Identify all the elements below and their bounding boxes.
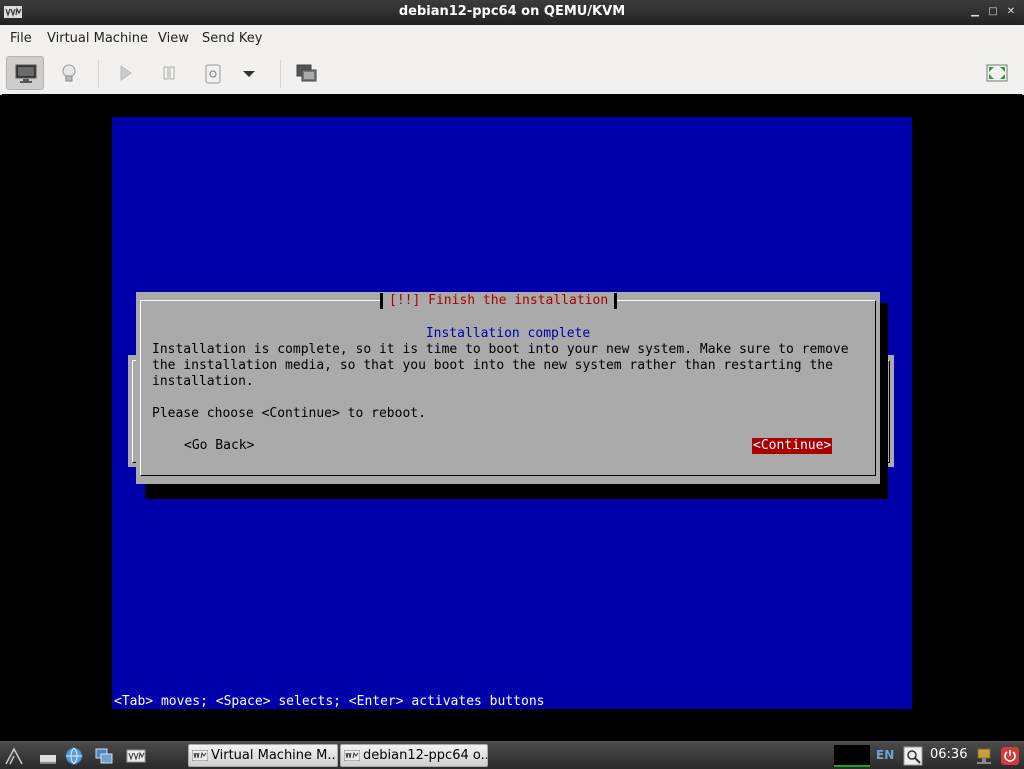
window-switcher-icon[interactable] — [94, 746, 114, 766]
window-title: debian12-ppc64 on QEMU/KVM — [398, 4, 626, 19]
finish-installation-dialog: [!!] Finish the installation Installatio… — [136, 292, 880, 484]
network-status-icon[interactable] — [974, 746, 994, 766]
console-button[interactable] — [6, 56, 44, 90]
close-icon[interactable]: ✕ — [1006, 6, 1016, 18]
details-lightbulb-icon — [62, 64, 76, 82]
go-back-button[interactable]: <Go Back> — [184, 438, 254, 454]
menu-virtual-machine[interactable]: Virtual Machine — [47, 31, 148, 46]
menu-bar: File Virtual Machine View Send Key — [0, 25, 1024, 53]
shutdown-menu-button[interactable] — [234, 56, 264, 90]
cpu-monitor-widget — [834, 745, 870, 767]
keyboard-layout-indicator[interactable]: EN — [876, 748, 894, 762]
toolbar-separator — [280, 60, 281, 88]
snapshots-icon — [296, 64, 317, 82]
menu-view[interactable]: View — [158, 31, 189, 46]
clock: 06:36 — [930, 747, 968, 762]
fullscreen-button[interactable] — [978, 56, 1016, 90]
dialog-subtitle: Installation complete — [425, 326, 591, 341]
dialog-body-text: Installation is complete, so it is time … — [152, 342, 849, 389]
search-icon[interactable] — [903, 746, 923, 766]
toolbar — [0, 52, 1024, 95]
run-icon — [120, 65, 132, 81]
virt-manager-launcher-icon[interactable] — [126, 746, 146, 766]
virt-manager-task-icon — [344, 750, 360, 761]
taskbar: Virtual Machine M... debian12-ppc64 o...… — [0, 741, 1024, 769]
pause-icon — [163, 66, 175, 80]
fullscreen-icon — [986, 64, 1008, 82]
dialog-prompt: Please choose <Continue> to reboot. — [152, 406, 426, 421]
power-off-icon[interactable] — [1000, 746, 1020, 766]
start-menu-icon[interactable] — [4, 746, 24, 766]
task-label: Virtual Machine M... — [211, 748, 338, 763]
show-desktop-icon[interactable] — [38, 746, 58, 766]
window-titlebar: debian12-ppc64 on QEMU/KVM ▁ □ ✕ — [0, 0, 1024, 25]
virt-manager-task-icon — [192, 750, 208, 761]
task-label: debian12-ppc64 o... — [363, 748, 488, 763]
installer-help-line: <Tab> moves; <Space> selects; <Enter> ac… — [114, 694, 545, 709]
menu-file[interactable]: File — [10, 31, 32, 46]
minimize-icon[interactable]: ▁ — [970, 6, 980, 18]
details-button[interactable] — [50, 56, 88, 90]
task-debian-vm-window[interactable]: debian12-ppc64 o... — [340, 744, 488, 767]
task-virtual-machine-manager[interactable]: Virtual Machine M... — [188, 744, 338, 767]
menu-send-key[interactable]: Send Key — [202, 31, 262, 46]
dialog-title: [!!] Finish the installation — [380, 293, 618, 309]
shutdown-button[interactable] — [194, 56, 232, 90]
toolbar-separator — [98, 60, 99, 88]
browser-globe-icon[interactable] — [64, 746, 84, 766]
power-menu-chevron-icon — [243, 71, 255, 77]
snapshots-button[interactable] — [288, 56, 326, 90]
power-icon — [205, 64, 221, 84]
maximize-icon[interactable]: □ — [988, 6, 998, 18]
console-icon — [15, 64, 37, 83]
continue-button[interactable]: <Continue> — [752, 438, 833, 454]
pause-button[interactable] — [150, 56, 188, 90]
run-button[interactable] — [106, 56, 144, 90]
